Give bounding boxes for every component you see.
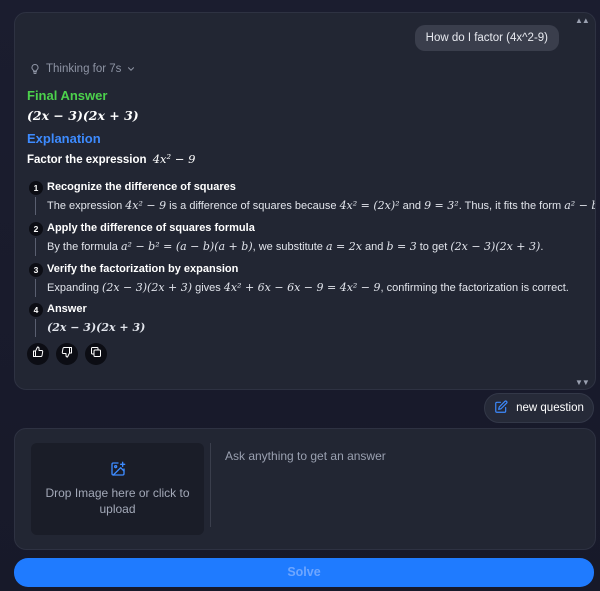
chat-panel: ▲▲ ▼▼ How do I factor (4x^2-9) Thinking … (14, 12, 596, 390)
step-number: 4 (29, 303, 43, 317)
factor-text: Factor the expression (27, 154, 147, 166)
upload-label: Drop Image here or click to upload (45, 486, 190, 516)
step-math: b = 3 (386, 240, 417, 253)
factor-math: 4x² − 9 (152, 152, 196, 166)
factor-statement: Factor the expression 4x² − 9 (27, 152, 195, 166)
step-text: is a difference of squares because (166, 200, 340, 212)
app-root: ▲▲ ▼▼ How do I factor (4x^2-9) Thinking … (0, 0, 600, 591)
step-number: 2 (29, 222, 43, 236)
step-text: , confirming the factorization is correc… (380, 282, 569, 294)
step-body: Expanding (2x − 3)(2x + 3) gives 4x² + 6… (47, 281, 569, 294)
edit-icon (494, 400, 508, 417)
scroll-up-icon[interactable]: ▲▲ (575, 16, 590, 26)
step-number: 1 (29, 181, 43, 195)
step-math: (2x − 3)(2x + 3) (450, 240, 541, 253)
input-panel: Drop Image here or click to upload (14, 428, 596, 550)
question-input[interactable] (221, 445, 581, 533)
step-text: Expanding (47, 282, 103, 294)
explanation-heading: Explanation (27, 131, 101, 146)
final-answer-heading: Final Answer (27, 88, 108, 103)
step-text: gives (192, 282, 224, 294)
step-title: Verify the factorization by expansion (47, 263, 239, 275)
final-answer-math: (2x − 3)(2x + 3) (27, 108, 139, 123)
step-text: . (540, 241, 544, 253)
step-math: 9 = 3² (424, 199, 459, 212)
step-divider (35, 197, 36, 215)
step-math: a = 2x (325, 240, 362, 253)
thinking-label: Thinking for 7s (46, 63, 122, 75)
step-title: Recognize the difference of squares (47, 181, 236, 193)
dislike-button[interactable] (56, 343, 78, 365)
step-body: The expression 4x² − 9 is a difference o… (47, 199, 595, 212)
thumbs-down-icon (61, 345, 73, 363)
copy-icon (90, 345, 102, 363)
step-text: to get (416, 241, 451, 253)
new-question-label: new question (516, 402, 584, 414)
like-button[interactable] (27, 343, 49, 365)
reaction-bar (27, 343, 107, 365)
image-add-icon (110, 461, 126, 482)
step-text: and (399, 200, 425, 212)
step-text: and (361, 241, 387, 253)
chevron-down-icon (126, 64, 136, 74)
user-message: How do I factor (4x^2-9) (414, 25, 559, 51)
scroll-down-icon[interactable]: ▼▼ (575, 378, 590, 388)
step-math: 4x² − 9 (125, 199, 167, 212)
step-title: Apply the difference of squares formula (47, 222, 255, 234)
step-body: By the formula a² − b² = (a − b)(a + b),… (47, 240, 543, 253)
step-math: (2x − 3)(2x + 3) (102, 281, 193, 294)
image-upload-dropzone[interactable]: Drop Image here or click to upload (31, 443, 204, 535)
step-divider (35, 238, 36, 256)
step-text: , we substitute (252, 241, 326, 253)
new-question-button[interactable]: new question (484, 393, 594, 423)
step-body: (2x − 3)(2x + 3) (47, 321, 145, 334)
step-math: (2x − 3)(2x + 3) (47, 321, 146, 334)
step-math: a² − b² (564, 199, 595, 212)
step-title: Answer (47, 303, 87, 315)
step-divider (35, 279, 36, 297)
step-math: 4x² = (2x)² (339, 199, 400, 212)
thinking-toggle[interactable]: Thinking for 7s (29, 63, 136, 75)
step-number: 3 (29, 263, 43, 277)
step-text: By the formula (47, 241, 121, 253)
step-text: The expression (47, 200, 126, 212)
input-divider (210, 443, 211, 527)
step-math: 4x² + 6x − 6x − 9 = 4x² − 9 (223, 281, 381, 294)
step-text: . Thus, it fits the form (458, 200, 565, 212)
step-divider (35, 319, 36, 337)
solve-button[interactable]: Solve (14, 558, 594, 587)
copy-button[interactable] (85, 343, 107, 365)
step-math: a² − b² = (a − b)(a + b) (120, 240, 253, 253)
thumbs-up-icon (32, 345, 44, 363)
lightbulb-icon (29, 63, 41, 75)
